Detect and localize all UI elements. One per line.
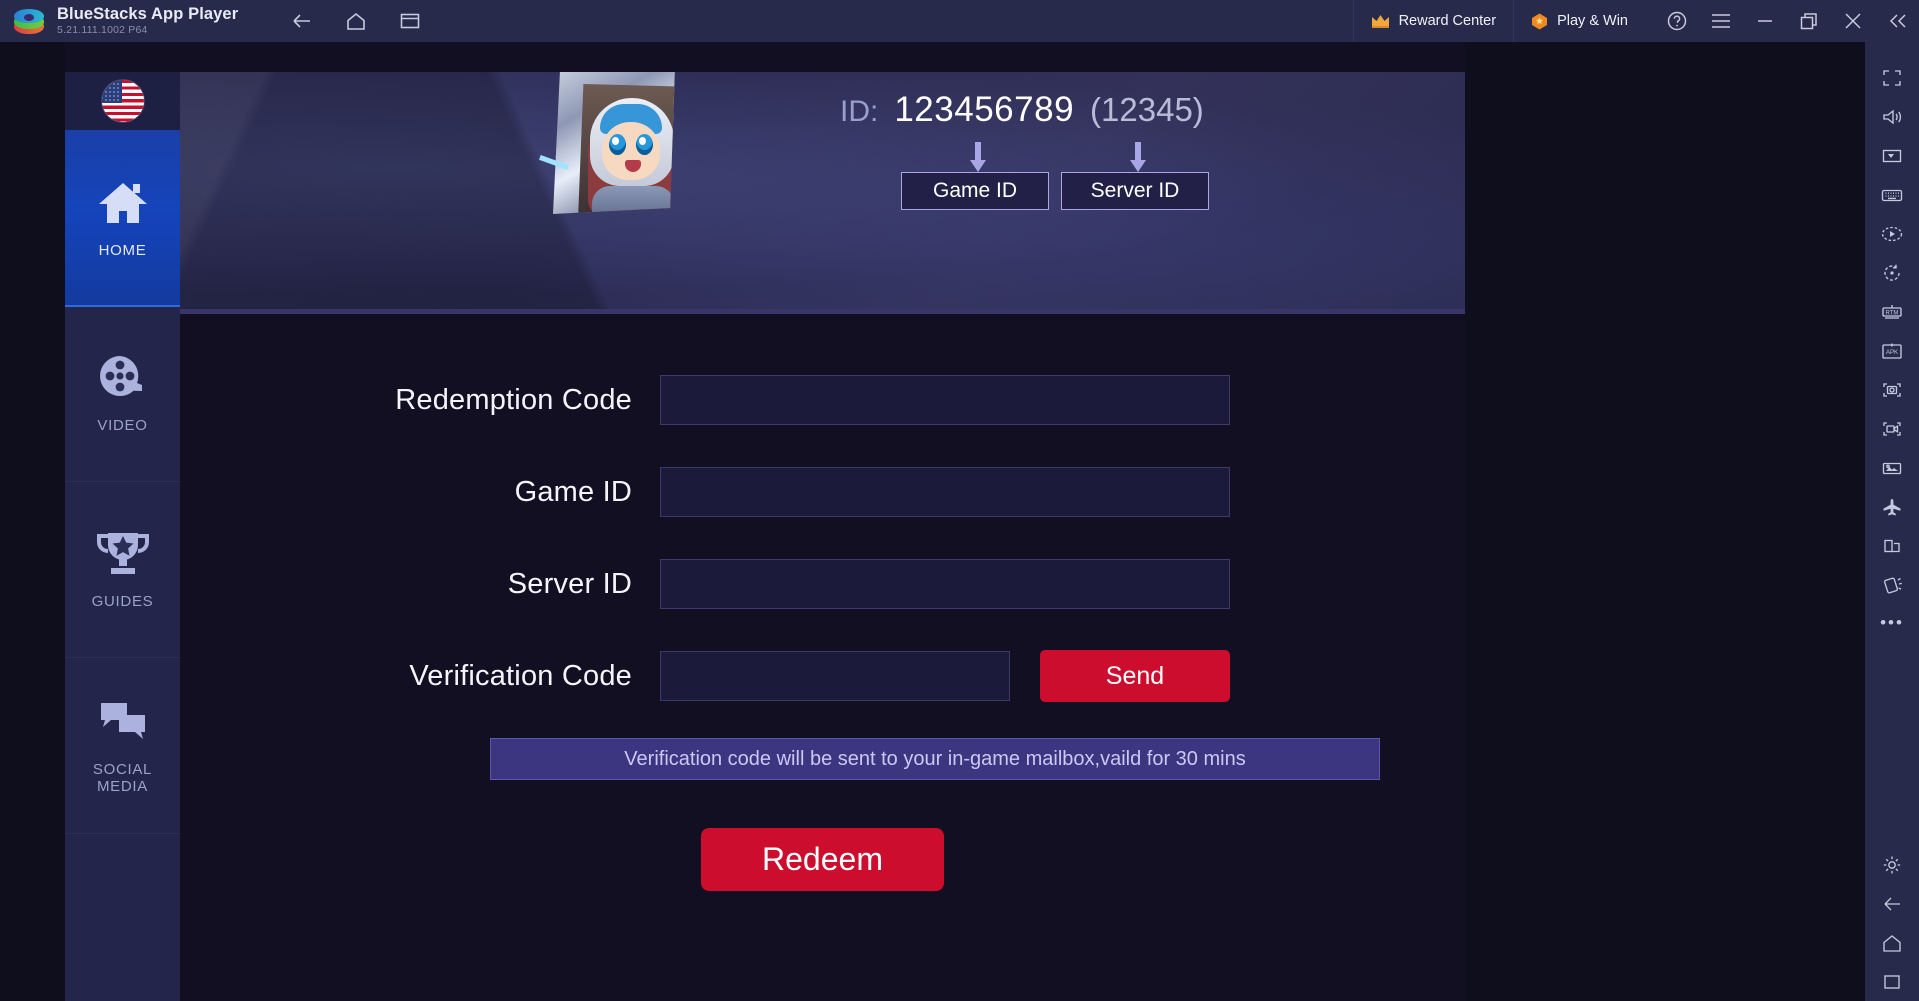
- rtm-icon[interactable]: RTM: [1865, 292, 1919, 331]
- redemption-code-input[interactable]: [660, 375, 1230, 425]
- help-icon[interactable]: [1655, 0, 1699, 42]
- server-id-input[interactable]: [660, 559, 1230, 609]
- language-selector[interactable]: [65, 72, 180, 130]
- back-icon[interactable]: [282, 4, 322, 38]
- id-label: ID:: [840, 95, 878, 129]
- macro-record-icon[interactable]: [1865, 214, 1919, 253]
- verification-code-label: Verification Code: [180, 660, 660, 693]
- volume-icon[interactable]: [1865, 97, 1919, 136]
- redemption-code-label: Redemption Code: [180, 384, 660, 417]
- bluestacks-titlebar: BlueStacks App Player 5.21.111.1002 P64: [0, 0, 1919, 42]
- settings-gear-icon[interactable]: [1865, 845, 1919, 884]
- close-icon[interactable]: [1831, 0, 1875, 42]
- redeem-button-row: Redeem: [180, 828, 1465, 891]
- apk-install-icon[interactable]: APK: [1865, 331, 1919, 370]
- multi-window-icon[interactable]: [1865, 526, 1919, 565]
- sidebar-item-home[interactable]: HOME: [65, 130, 180, 306]
- svg-text:APK: APK: [1886, 350, 1898, 356]
- game-sidebar: HOME VIDEO: [65, 72, 180, 1001]
- trophy-icon: [95, 528, 151, 580]
- crown-icon: [1371, 14, 1390, 28]
- multi-instance-icon[interactable]: [390, 4, 430, 38]
- bluestacks-logo-icon: [14, 8, 44, 34]
- svg-text:RTM: RTM: [1886, 310, 1899, 316]
- sidebar-item-label: HOME: [99, 242, 147, 259]
- player-id-line: ID: 123456789 (12345): [840, 90, 1204, 130]
- sidebar-item-label: SOCIAL MEDIA: [93, 761, 152, 796]
- mouse-cursor-icon[interactable]: [1865, 136, 1919, 175]
- play-and-win-button[interactable]: Play & Win: [1513, 0, 1645, 42]
- titlebar-nav-group: [282, 4, 430, 38]
- sidebar-item-video[interactable]: VIDEO: [65, 306, 180, 482]
- reward-center-button[interactable]: Reward Center: [1353, 0, 1514, 42]
- play-and-win-label: Play & Win: [1557, 13, 1628, 29]
- screenshot-icon[interactable]: [1865, 370, 1919, 409]
- media-manager-icon[interactable]: [1865, 448, 1919, 487]
- form-row-verification-code: Verification Code Send: [180, 630, 1465, 722]
- app-root: BlueStacks App Player 5.21.111.1002 P64: [0, 0, 1919, 1001]
- game-screen: HOME VIDEO: [65, 42, 1465, 1001]
- recents-icon[interactable]: [1865, 962, 1919, 1001]
- house-icon: [95, 177, 151, 229]
- menu-icon[interactable]: [1699, 0, 1743, 42]
- back-arrow-icon[interactable]: [1865, 884, 1919, 923]
- airplane-icon[interactable]: [1865, 487, 1919, 526]
- film-reel-icon: [95, 352, 151, 404]
- redeem-button[interactable]: Redeem: [701, 828, 944, 891]
- character-avatar: [535, 72, 695, 222]
- down-arrow-icon: [1130, 142, 1146, 172]
- verification-notice: Verification code will be sent to your i…: [490, 738, 1380, 780]
- app-version: 5.21.111.1002 P64: [57, 25, 238, 36]
- sidebar-item-label: GUIDES: [92, 593, 154, 610]
- profile-hero-banner: ID: 123456789 (12345) Game ID Server ID: [180, 72, 1465, 314]
- app-title-block: BlueStacks App Player 5.21.111.1002 P64: [57, 6, 238, 36]
- more-dots: •••: [1880, 620, 1904, 627]
- game-id-input[interactable]: [660, 467, 1230, 517]
- down-arrow-icon: [970, 142, 986, 172]
- more-icon[interactable]: •••: [1865, 604, 1919, 643]
- sidebar-item-label: VIDEO: [97, 417, 147, 434]
- tag-game-id[interactable]: Game ID: [901, 172, 1049, 210]
- gem-icon: [1531, 13, 1548, 30]
- form-row-redemption-code: Redemption Code: [180, 354, 1465, 446]
- tag-server-id[interactable]: Server ID: [1061, 172, 1209, 210]
- form-row-server-id: Server ID: [180, 538, 1465, 630]
- screen-record-icon[interactable]: [1865, 409, 1919, 448]
- keyboard-icon[interactable]: [1865, 175, 1919, 214]
- form-row-game-id: Game ID: [180, 446, 1465, 538]
- shake-icon[interactable]: [1865, 565, 1919, 604]
- minimize-icon[interactable]: [1743, 0, 1787, 42]
- sidebar-item-guides[interactable]: GUIDES: [65, 482, 180, 658]
- fullscreen-icon[interactable]: [1865, 58, 1919, 97]
- bluestacks-right-toolbar: RTM APK •••: [1865, 42, 1919, 1001]
- player-server-id: (12345): [1090, 91, 1204, 129]
- redeem-form: Redemption Code Game ID Server ID Verifi…: [180, 314, 1465, 891]
- app-title: BlueStacks App Player: [57, 6, 238, 23]
- sidebar-item-social-media[interactable]: SOCIAL MEDIA: [65, 658, 180, 834]
- game-id-label: Game ID: [180, 476, 660, 509]
- collapse-icon[interactable]: [1875, 0, 1919, 42]
- titlebar-right-group: Reward Center Play & Win: [1353, 0, 1919, 42]
- rotate-icon[interactable]: [1865, 253, 1919, 292]
- server-id-label: Server ID: [180, 568, 660, 601]
- send-button[interactable]: Send: [1040, 650, 1230, 702]
- chat-bubbles-icon: [95, 696, 151, 748]
- reward-center-label: Reward Center: [1399, 13, 1497, 29]
- home-nav-icon[interactable]: [1865, 923, 1919, 962]
- maximize-icon[interactable]: [1787, 0, 1831, 42]
- game-content: ID: 123456789 (12345) Game ID Server ID: [180, 72, 1465, 1001]
- us-flag-icon: [102, 80, 144, 122]
- verification-code-input[interactable]: [660, 651, 1010, 701]
- player-game-id: 123456789: [894, 90, 1074, 130]
- home-icon[interactable]: [336, 4, 376, 38]
